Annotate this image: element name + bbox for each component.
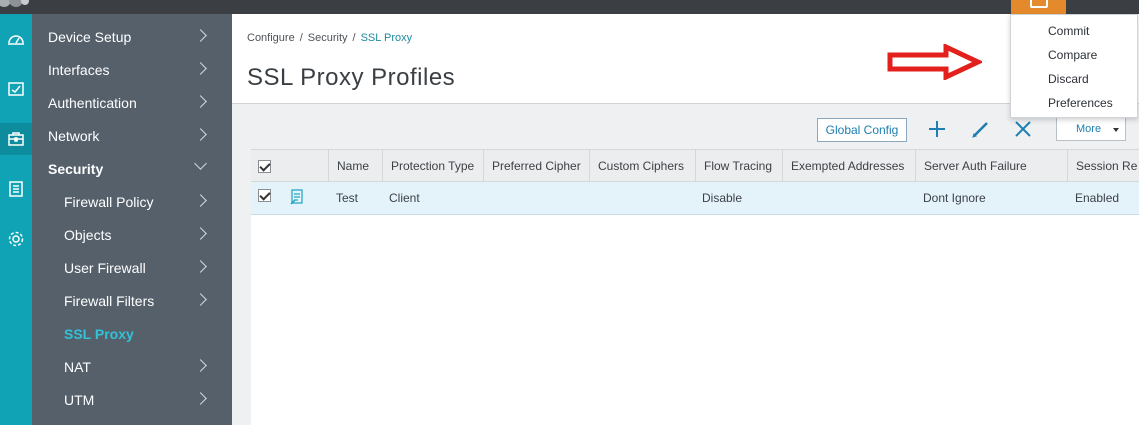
menu-item-compare[interactable]: Compare	[1048, 48, 1097, 62]
sidebar-item-firewall-filters[interactable]: Firewall Filters	[32, 284, 232, 317]
chevron-down-icon	[194, 157, 207, 170]
breadcrumb: Configure / Security / SSL Proxy	[247, 32, 412, 44]
sidebar-item-label: UTM	[64, 391, 95, 408]
commit-icon	[1030, 0, 1048, 8]
sidebar-item-label: Firewall Filters	[64, 292, 155, 309]
cell-preferred-cipher	[483, 182, 491, 214]
app-window: Device Setup Interfaces Authentication N…	[0, 0, 1139, 425]
chevron-right-icon	[194, 227, 207, 240]
breadcrumb-item-configure[interactable]: Configure	[247, 32, 295, 44]
menu-item-discard[interactable]: Discard	[1048, 72, 1089, 86]
sidebar-item-label: Device Setup	[48, 28, 132, 45]
breadcrumb-separator: /	[299, 32, 303, 44]
sidebar-item-label: Authentication	[48, 94, 137, 111]
sidebar-item-label: Security	[48, 160, 104, 177]
caret-down-icon	[1113, 128, 1119, 132]
cell-custom-ciphers	[589, 182, 597, 214]
monitor-icon[interactable]	[0, 73, 32, 105]
settings-icon[interactable]	[0, 223, 32, 255]
sidebar-item-utm[interactable]: UTM	[32, 383, 232, 416]
cell-exempted-addresses	[782, 182, 790, 214]
chevron-right-icon	[194, 62, 207, 75]
logo-icon	[0, 0, 34, 11]
sidebar-item-label: User Firewall	[64, 259, 146, 276]
menu-item-preferences[interactable]: Preferences	[1048, 96, 1113, 110]
sidebar: Device Setup Interfaces Authentication N…	[32, 14, 232, 425]
chevron-right-icon	[194, 29, 207, 42]
cell-protection-type: Client	[389, 191, 420, 205]
chevron-right-icon	[194, 260, 207, 273]
add-icon[interactable]	[925, 117, 949, 141]
dashboard-icon[interactable]	[0, 23, 32, 55]
sidebar-item-label: Interfaces	[48, 61, 110, 78]
column-header-flow-tracing[interactable]: Flow Tracing	[695, 150, 782, 181]
cell-flow-tracing: Disable	[702, 191, 743, 205]
top-bar	[0, 0, 1139, 14]
breadcrumb-separator: /	[352, 32, 356, 44]
chevron-right-icon	[194, 293, 207, 306]
sidebar-item-firewall-policy[interactable]: Firewall Policy	[32, 185, 232, 218]
menu-item-commit[interactable]: Commit	[1048, 24, 1089, 38]
sidebar-item-interfaces[interactable]: Interfaces	[32, 53, 232, 86]
column-header-protection-type[interactable]: Protection Type	[382, 150, 483, 181]
page-title: SSL Proxy Profiles	[247, 64, 456, 91]
breadcrumb-item-security[interactable]: Security	[308, 32, 348, 44]
reports-icon[interactable]	[0, 173, 32, 205]
edit-icon[interactable]	[969, 117, 993, 141]
global-config-button[interactable]: Global Config	[817, 118, 907, 142]
cell-server-auth-failure: Dont Ignore	[923, 191, 986, 205]
column-header-preferred-cipher[interactable]: Preferred Cipher	[483, 150, 589, 181]
commit-dropdown-menu: Commit Compare Discard Preferences	[1010, 14, 1138, 118]
commit-menu-button[interactable]	[1011, 0, 1066, 14]
icon-rail	[0, 14, 32, 425]
sidebar-item-security[interactable]: Security	[32, 152, 232, 185]
sidebar-item-objects[interactable]: Objects	[32, 218, 232, 251]
row-checkbox[interactable]	[258, 189, 271, 202]
table-row[interactable]: Test Client Disable Dont Ignore Enabled	[251, 182, 1139, 215]
sidebar-item-label: Network	[48, 127, 100, 144]
column-header-name[interactable]: Name	[328, 150, 382, 181]
configure-icon[interactable]	[0, 123, 32, 155]
sidebar-item-label: NAT	[64, 358, 91, 375]
delete-icon[interactable]	[1011, 117, 1035, 141]
column-header-server-auth-failure[interactable]: Server Auth Failure	[915, 150, 1067, 181]
column-header-exempted-addresses[interactable]: Exempted Addresses	[782, 150, 915, 181]
sidebar-item-authentication[interactable]: Authentication	[32, 86, 232, 119]
more-button[interactable]: More	[1056, 117, 1126, 141]
chevron-right-icon	[194, 128, 207, 141]
annotation-arrow-icon	[887, 44, 982, 80]
sidebar-item-label: SSL Proxy	[64, 325, 134, 342]
sidebar-item-device-setup[interactable]: Device Setup	[32, 20, 232, 53]
more-label: More	[1076, 123, 1102, 135]
chevron-right-icon	[194, 194, 207, 207]
sidebar-item-user-firewall[interactable]: User Firewall	[32, 251, 232, 284]
detail-view-icon[interactable]	[290, 189, 304, 205]
chevron-right-icon	[194, 95, 207, 108]
cell-session-re: Enabled	[1075, 191, 1120, 205]
chevron-right-icon	[194, 359, 207, 372]
sidebar-item-nat[interactable]: NAT	[32, 350, 232, 383]
sidebar-item-ssl-proxy[interactable]: SSL Proxy	[32, 317, 232, 350]
cell-name: Test	[336, 191, 359, 205]
chevron-right-icon	[194, 392, 207, 405]
column-header-custom-ciphers[interactable]: Custom Ciphers	[589, 150, 695, 181]
select-all-checkbox[interactable]	[258, 160, 271, 173]
sidebar-item-label: Objects	[64, 226, 112, 243]
sidebar-item-label: Firewall Policy	[64, 193, 154, 210]
column-header-session-re[interactable]: Session Re	[1067, 150, 1139, 181]
sidebar-item-network[interactable]: Network	[32, 119, 232, 152]
table-header: Name Protection Type Preferred Cipher Cu…	[251, 149, 1139, 182]
breadcrumb-item-ssl-proxy: SSL Proxy	[360, 32, 413, 44]
